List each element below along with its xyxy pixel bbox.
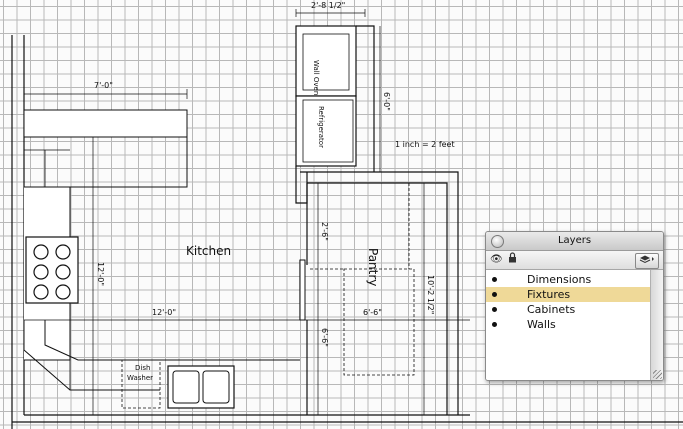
layers-scrollbar[interactable]: [650, 270, 663, 380]
upper-counter: [23, 109, 188, 138]
layers-stack-icon[interactable]: [635, 253, 659, 269]
dim-label-pantry-lower: 6'-6": [320, 328, 329, 347]
dim-label-counter: 7'-0": [94, 81, 113, 90]
refrigerator-label: Refrigerator: [317, 106, 325, 148]
layer-name: Walls: [527, 318, 556, 331]
dim-label-top: 2'-8 1/2": [311, 1, 346, 10]
wall-oven-label: Wall Oven: [312, 60, 320, 96]
resize-grip-icon[interactable]: [653, 370, 662, 379]
refrigerator-column: [295, 95, 357, 167]
scale-note: 1 inch = 2 feet: [395, 140, 455, 149]
layers-toolbar: 👁: [486, 251, 663, 270]
layer-row-fixtures[interactable]: Fixtures: [486, 287, 651, 302]
dim-label-pantry-width: 6'-6": [363, 308, 382, 317]
layer-row-dimensions[interactable]: Dimensions: [486, 272, 651, 287]
layers-palette-title: Layers: [557, 235, 592, 246]
layers-palette-titlebar[interactable]: Layers: [486, 232, 663, 251]
visibility-dot-icon[interactable]: [492, 307, 497, 312]
fridge-column-wall: [356, 25, 375, 172]
lock-icon[interactable]: [508, 251, 517, 269]
eye-icon[interactable]: 👁: [490, 251, 503, 269]
dim-label-kitchen-width: 12'-0": [152, 308, 177, 317]
dimension-lines: [23, 9, 470, 415]
upper-counter-extension: [70, 137, 188, 188]
pantry-door: [299, 259, 306, 321]
kitchen-label: Kitchen: [186, 244, 232, 258]
dishwasher-label-line2: Washer: [127, 374, 154, 382]
dishwasher-label-line1: Dish: [135, 364, 151, 372]
sink: [167, 365, 235, 409]
lower-counter-front: [44, 320, 300, 361]
dim-label-kitchen-height: 12'-0": [96, 262, 105, 287]
layer-name: Cabinets: [527, 303, 576, 316]
layers-palette[interactable]: Layers 👁 Dimensions Fixtures Cabinets Wa…: [485, 231, 664, 381]
close-icon[interactable]: [491, 235, 504, 248]
pantry-label: Pantry: [366, 248, 380, 287]
layer-row-cabinets[interactable]: Cabinets: [486, 302, 651, 317]
visibility-dot-icon[interactable]: [492, 322, 497, 327]
dim-label-pantry-upper: 2'-6": [320, 222, 329, 241]
visibility-dot-icon[interactable]: [492, 277, 497, 282]
layer-name: Fixtures: [527, 288, 571, 301]
layer-row-walls[interactable]: Walls: [486, 317, 651, 332]
dim-label-pantry-height: 10'-2 1/2": [426, 275, 435, 315]
layer-list: Dimensions Fixtures Cabinets Walls: [486, 270, 651, 380]
visibility-dot-icon[interactable]: [492, 292, 497, 297]
dim-label-fridge-column: 6'-0": [382, 92, 391, 111]
layer-name: Dimensions: [527, 273, 592, 286]
wall-oven-column: [295, 25, 357, 97]
